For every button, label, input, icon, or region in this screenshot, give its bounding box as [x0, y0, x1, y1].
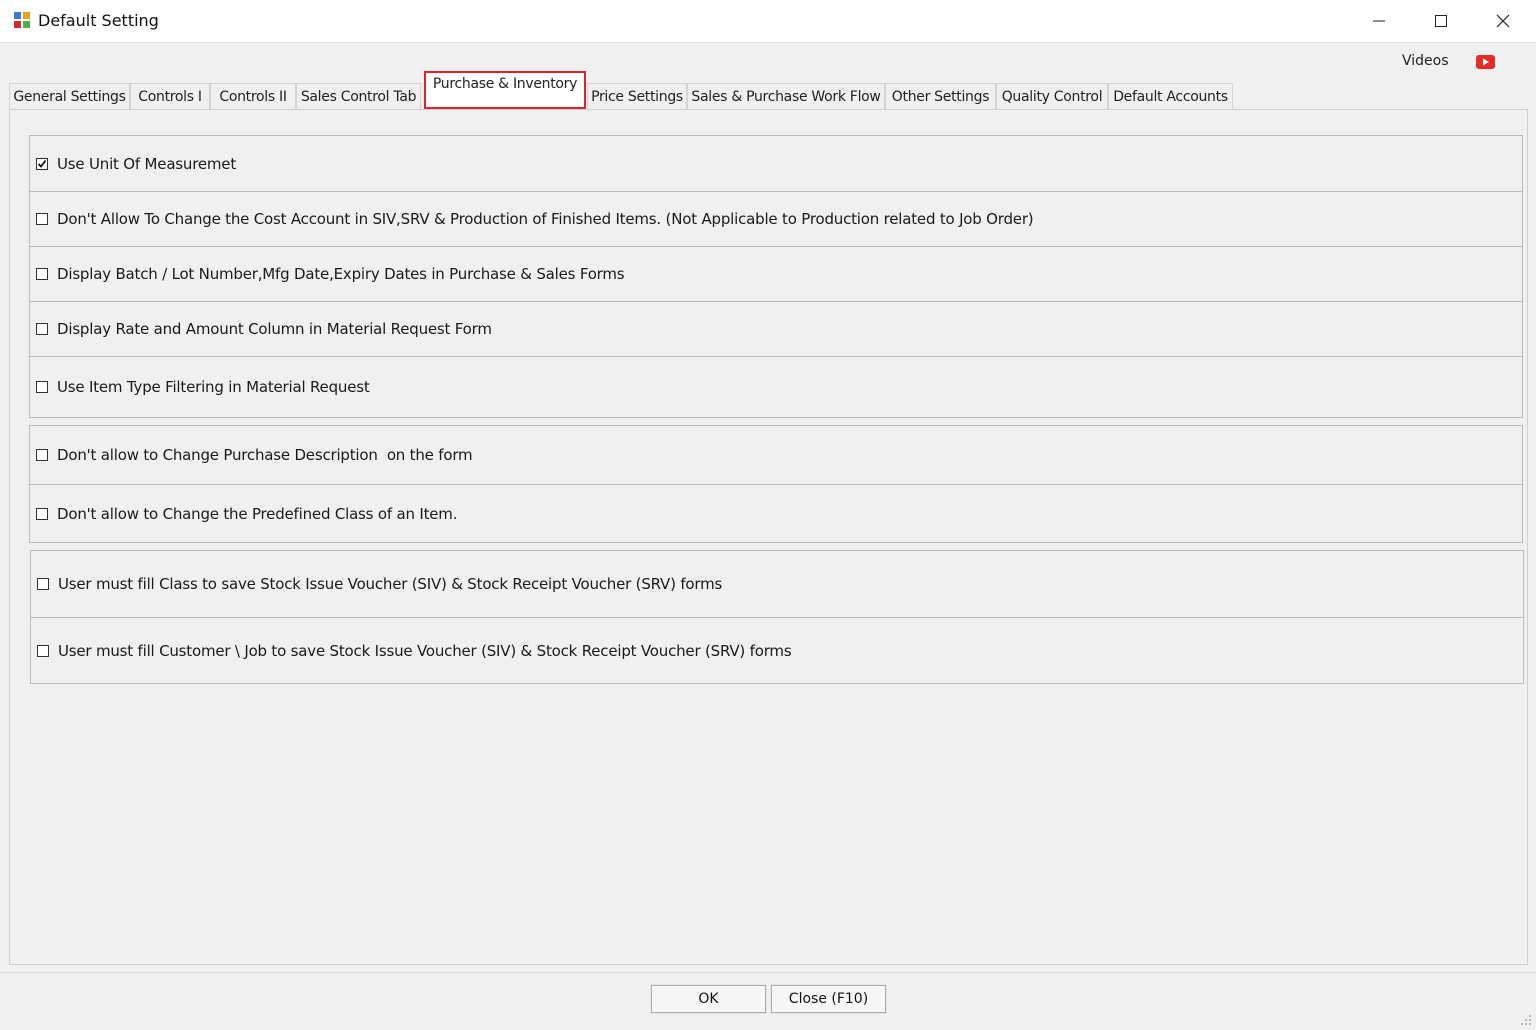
- option-row[interactable]: User must fill Customer \ Job to save St…: [31, 618, 1523, 683]
- tab-quality-control[interactable]: Quality Control: [996, 83, 1108, 109]
- option-label: User must fill Class to save Stock Issue…: [58, 575, 723, 593]
- tab-sales-control[interactable]: Sales Control Tab: [296, 83, 421, 109]
- checkbox[interactable]: [36, 323, 48, 335]
- option-label: User must fill Customer \ Job to save St…: [58, 641, 792, 660]
- checkbox[interactable]: [36, 268, 48, 280]
- checkbox[interactable]: [36, 507, 48, 520]
- option-row[interactable]: Don't Allow To Change the Cost Account i…: [30, 192, 1522, 247]
- option-row[interactable]: Use Item Type Filtering in Material Requ…: [30, 357, 1522, 417]
- tab-price-settings[interactable]: Price Settings: [587, 83, 687, 109]
- option-label: Use Unit Of Measuremet: [57, 154, 237, 173]
- settings-tab-bar: General Settings Controls I Controls II …: [9, 71, 1529, 109]
- title-bar: Default Setting: [0, 0, 1536, 43]
- maximize-icon: [1435, 15, 1447, 27]
- option-label: Display Batch / Lot Number,Mfg Date,Expi…: [57, 265, 625, 283]
- tab-other-settings[interactable]: Other Settings: [885, 83, 996, 109]
- youtube-icon[interactable]: [1476, 55, 1495, 69]
- tab-general-settings[interactable]: General Settings: [9, 83, 130, 109]
- close-window-button[interactable]: [1472, 0, 1534, 42]
- videos-link[interactable]: Videos: [1402, 53, 1449, 69]
- checkbox[interactable]: [36, 213, 48, 225]
- tab-default-accounts[interactable]: Default Accounts: [1108, 83, 1233, 109]
- options-group-general: Use Unit Of Measuremet Don't Allow To Ch…: [29, 135, 1523, 418]
- option-row[interactable]: User must fill Class to save Stock Issue…: [31, 551, 1523, 618]
- options-group-voucher: User must fill Class to save Stock Issue…: [30, 550, 1524, 684]
- close-button[interactable]: Close (F10): [770, 984, 887, 1014]
- checkbox[interactable]: [37, 644, 49, 657]
- options-group-item: Don't allow to Change Purchase Descripti…: [29, 425, 1523, 543]
- option-label: Don't allow to Change Purchase Descripti…: [57, 446, 473, 464]
- app-grid-icon: [14, 12, 30, 28]
- minimize-button[interactable]: [1348, 0, 1410, 42]
- resize-grip-icon[interactable]: [1520, 1014, 1532, 1026]
- option-label: Don't allow to Change the Predefined Cla…: [57, 504, 458, 523]
- footer-divider: [0, 972, 1536, 973]
- option-row[interactable]: Display Rate and Amount Column in Materi…: [30, 302, 1522, 357]
- tab-sales-purchase-work-flow[interactable]: Sales & Purchase Work Flow: [687, 83, 885, 109]
- checkbox[interactable]: [36, 381, 48, 393]
- option-label: Don't Allow To Change the Cost Account i…: [57, 210, 1034, 228]
- checkbox[interactable]: [36, 157, 48, 170]
- tab-controls-2[interactable]: Controls II: [210, 83, 296, 109]
- option-label: Use Item Type Filtering in Material Requ…: [57, 378, 370, 396]
- tab-purchase-inventory[interactable]: Purchase & Inventory: [424, 71, 586, 109]
- tab-controls-1[interactable]: Controls I: [130, 83, 210, 109]
- minimize-icon: [1373, 20, 1385, 22]
- maximize-button[interactable]: [1410, 0, 1472, 42]
- window-title: Default Setting: [38, 11, 159, 30]
- ok-button[interactable]: OK: [650, 984, 767, 1014]
- option-row[interactable]: Don't allow to Change the Predefined Cla…: [30, 485, 1522, 542]
- tab-content-panel: Use Unit Of Measuremet Don't Allow To Ch…: [9, 109, 1528, 965]
- option-row[interactable]: Display Batch / Lot Number,Mfg Date,Expi…: [30, 247, 1522, 302]
- option-row[interactable]: Use Unit Of Measuremet: [30, 136, 1522, 192]
- option-label: Display Rate and Amount Column in Materi…: [57, 320, 492, 338]
- close-icon: [1496, 14, 1510, 28]
- checkmark-icon: [37, 159, 47, 168]
- option-row[interactable]: Don't allow to Change Purchase Descripti…: [30, 426, 1522, 485]
- checkbox[interactable]: [36, 449, 48, 461]
- checkbox[interactable]: [37, 578, 49, 590]
